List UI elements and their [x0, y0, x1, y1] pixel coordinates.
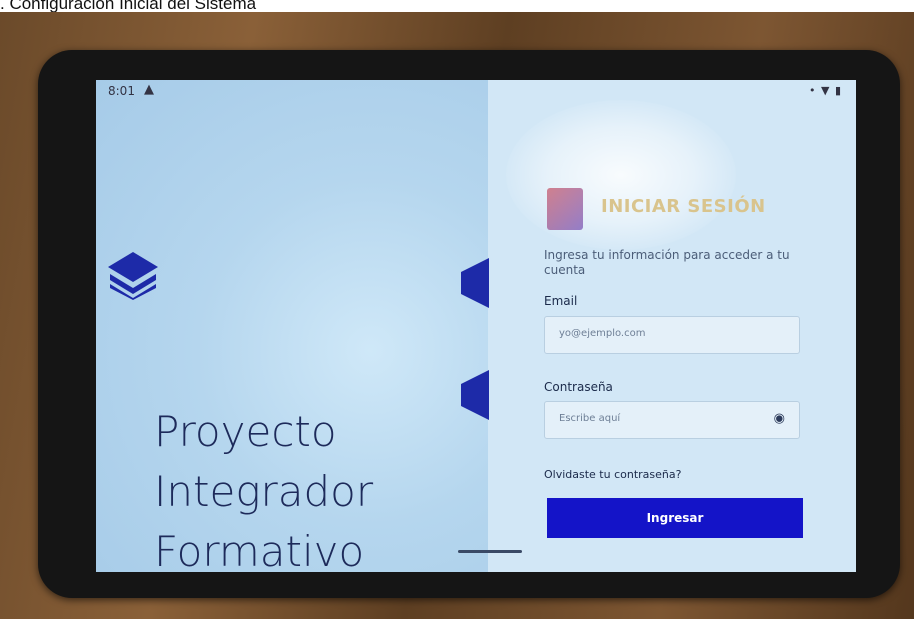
email-label: Email — [544, 294, 578, 308]
brand-title-line: Proyecto — [154, 407, 337, 456]
password-label: Contraseña — [544, 380, 613, 394]
status-icons: • ▼ ▮ — [809, 84, 842, 97]
email-placeholder: yo@ejemplo.com — [559, 328, 646, 339]
warning-icon: ▲ — [144, 82, 154, 97]
login-title: INICIAR SESIÓN — [601, 196, 766, 217]
status-time: 8:01 — [108, 84, 135, 98]
tablet-screen: 8:01 ▲ • ▼ ▮ Proyecto Integrador Formati… — [96, 80, 856, 572]
decorative-cube-icon — [461, 258, 489, 312]
password-placeholder: Escribe aquí — [559, 413, 621, 424]
forgot-password-link[interactable]: Olvidaste tu contraseña? — [544, 468, 681, 481]
password-field[interactable]: Escribe aquí ◉ — [544, 401, 800, 439]
email-field[interactable]: yo@ejemplo.com — [544, 316, 800, 354]
login-subtitle: Ingresa tu información para acceder a tu… — [544, 248, 790, 277]
brand-title-line: Integrador — [154, 467, 374, 516]
status-bar: 8:01 ▲ • ▼ ▮ — [96, 80, 856, 102]
light-glare — [506, 100, 736, 250]
decorative-cube-icon — [461, 370, 489, 424]
brand-title-line: Formativo — [154, 527, 365, 572]
eye-icon[interactable]: ◉ — [774, 411, 785, 426]
app-logo-icon — [106, 250, 160, 304]
login-logo-image — [547, 188, 583, 230]
home-indicator[interactable] — [458, 550, 522, 553]
submit-button[interactable]: Ingresar — [547, 498, 803, 538]
